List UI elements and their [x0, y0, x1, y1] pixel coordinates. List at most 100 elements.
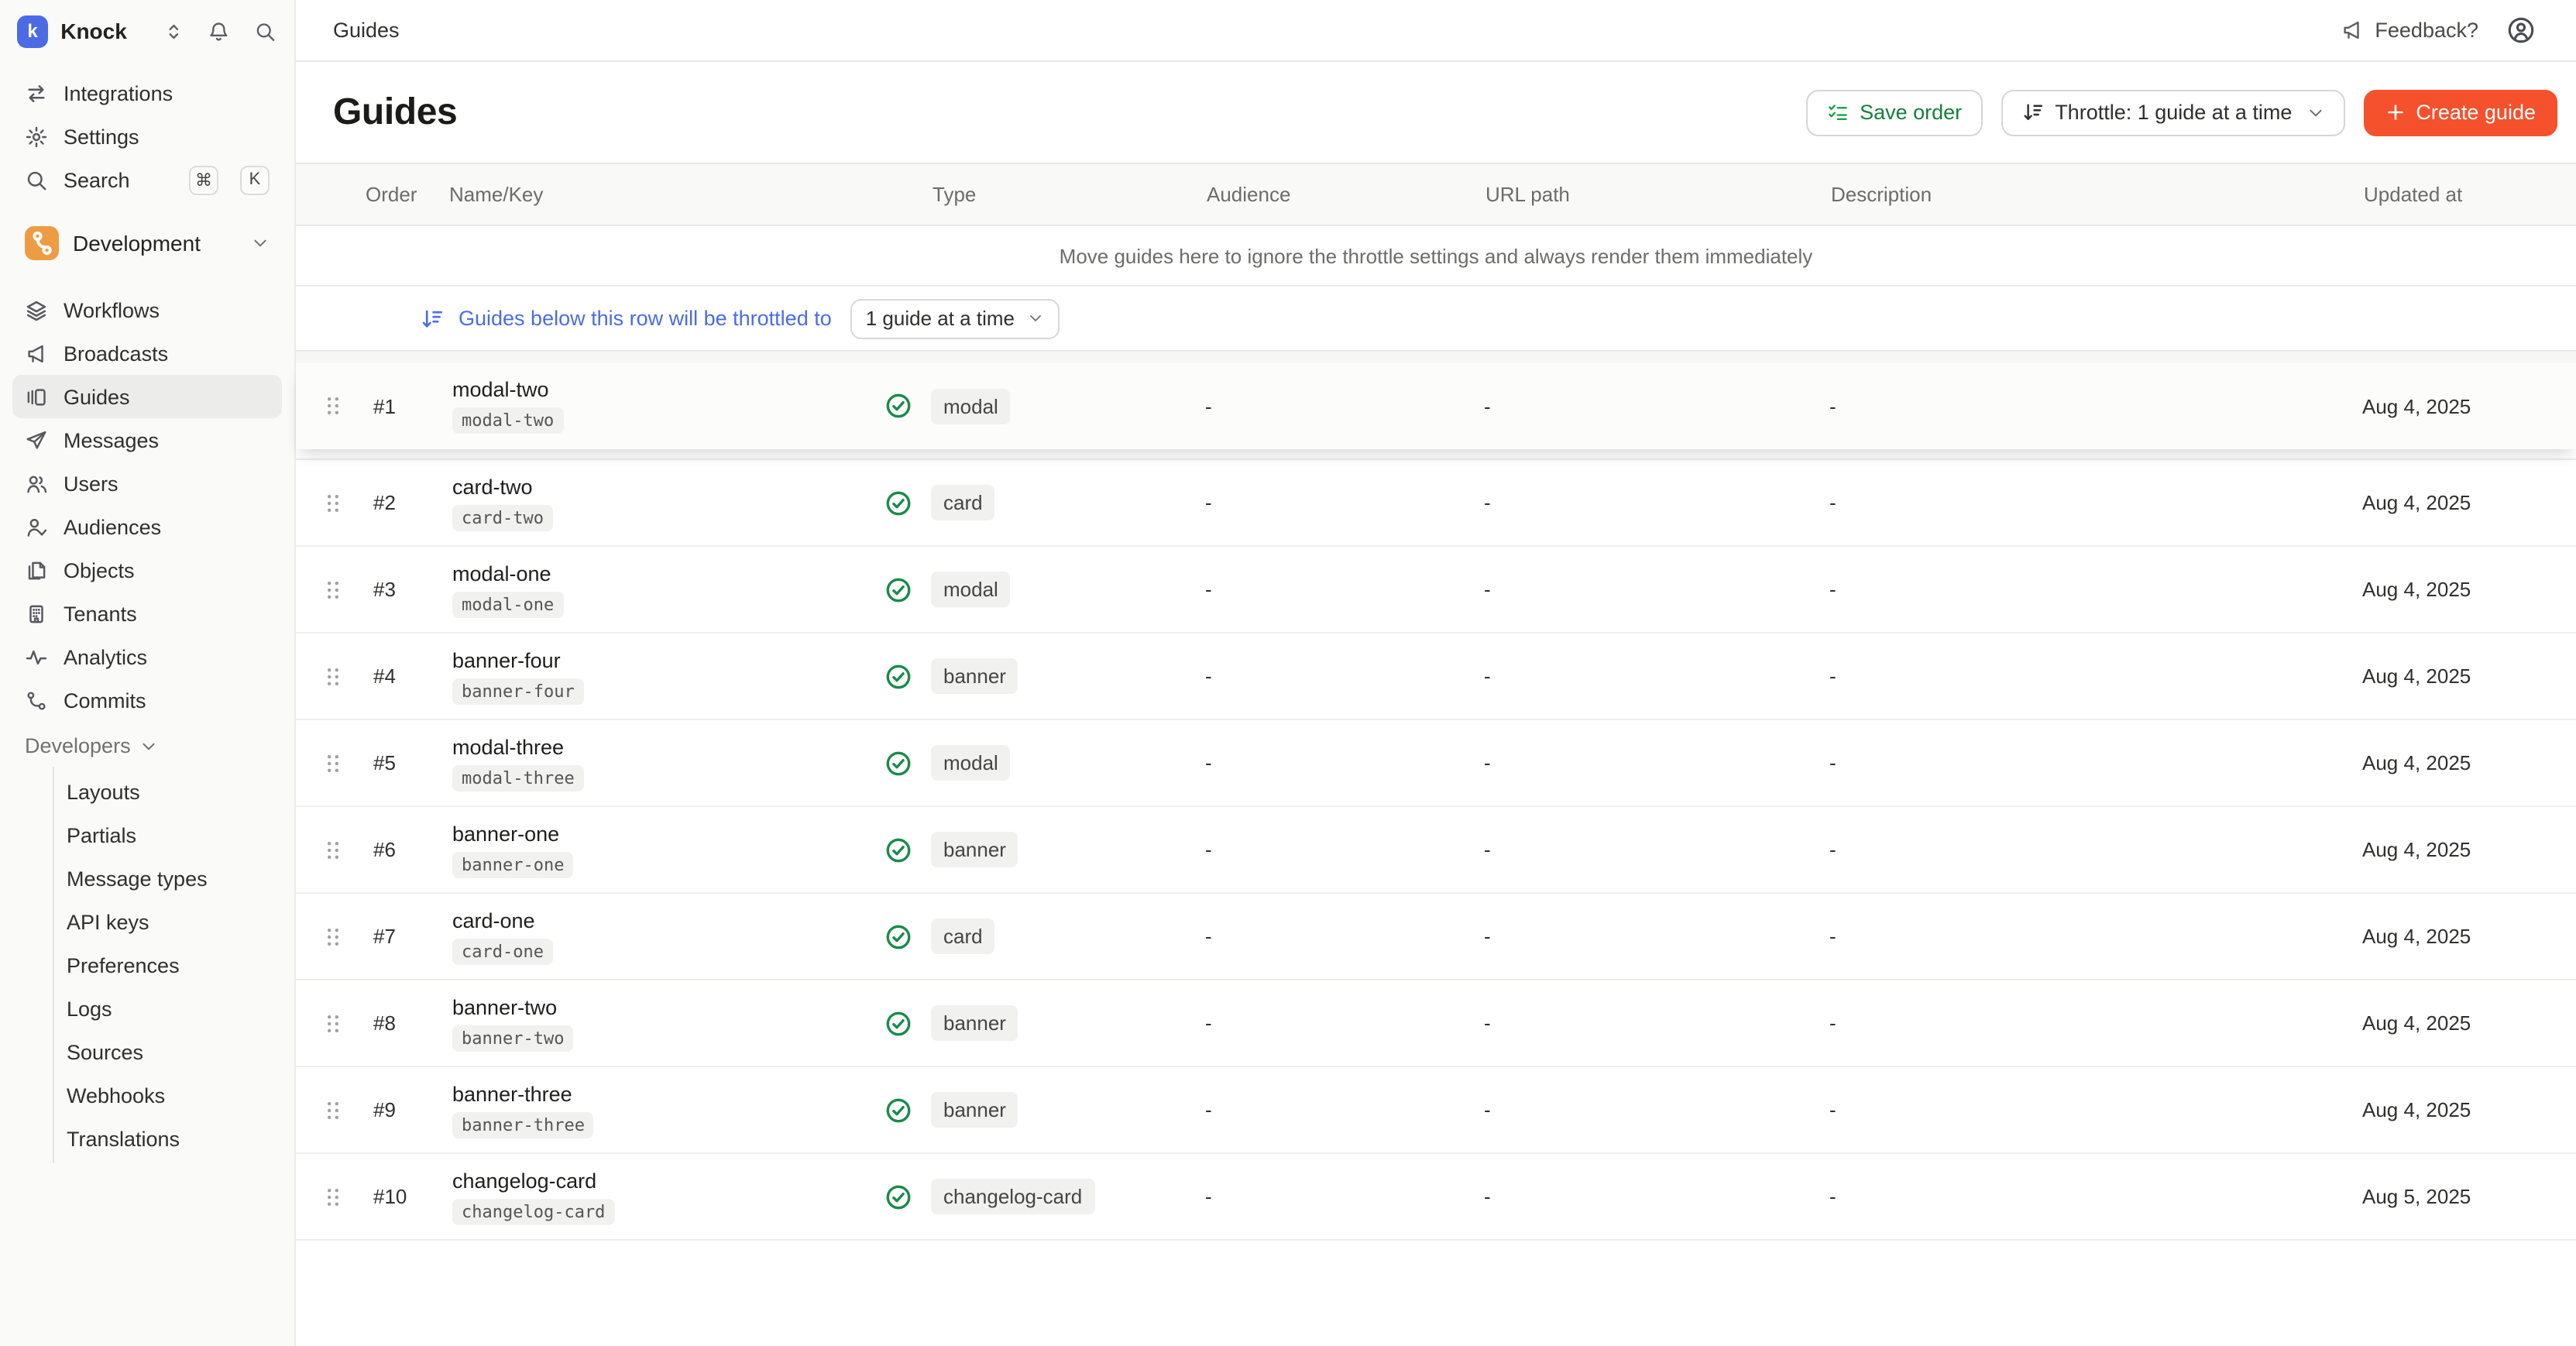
drag-handle-icon[interactable]	[321, 1097, 345, 1122]
url-path-value: -	[1484, 491, 1829, 514]
notifications-bell-icon[interactable]	[208, 19, 231, 43]
checklist-icon	[1826, 101, 1849, 124]
branch-icon	[25, 226, 59, 260]
throttle-divider-select[interactable]: 1 guide at a time	[850, 298, 1060, 338]
guide-name: banner-four	[452, 648, 561, 671]
sidebar-item-analytics[interactable]: Analytics	[12, 635, 282, 678]
feedback-button[interactable]: Feedback?	[2341, 19, 2478, 42]
table-row[interactable]: #7card-onecard-onecard---Aug 4, 2025	[296, 894, 2576, 980]
sidebar-item-guides[interactable]: Guides	[12, 375, 282, 418]
description-value: -	[1829, 394, 2362, 417]
guide-key-chip: banner-three	[452, 1111, 594, 1138]
table-bottom-space	[296, 1241, 2576, 1346]
sort-descending-icon	[420, 306, 445, 331]
table-row[interactable]: #9banner-threebanner-threebanner---Aug 4…	[296, 1067, 2576, 1154]
environment-name: Development	[73, 231, 237, 256]
environment-badge	[25, 226, 59, 260]
developers-section-toggle[interactable]: Developers	[0, 722, 294, 764]
row-name-key: banner-twobanner-two	[448, 995, 866, 1051]
url-path-value: -	[1484, 664, 1829, 688]
sidebar-item-logs[interactable]: Logs	[54, 987, 294, 1030]
save-order-label: Save order	[1860, 101, 1962, 124]
type-chip: modal	[931, 745, 1011, 781]
table-row[interactable]: #5modal-threemodal-threemodal---Aug 4, 2…	[296, 720, 2576, 807]
table-row[interactable]: #4banner-fourbanner-fourbanner---Aug 4, …	[296, 634, 2576, 720]
drag-handle-icon[interactable]	[321, 1184, 345, 1209]
sidebar-item-layouts[interactable]: Layouts	[54, 770, 294, 813]
guide-name: banner-one	[452, 822, 559, 845]
guide-key-chip: modal-one	[452, 591, 563, 617]
table-row[interactable]: #8banner-twobanner-twobanner---Aug 4, 20…	[296, 980, 2576, 1067]
developers-section-label: Developers	[25, 734, 131, 757]
table-row[interactable]: #2card-twocard-twocard---Aug 4, 2025	[296, 460, 2576, 547]
url-path-value: -	[1484, 925, 1829, 948]
sidebar-item-integrations[interactable]: Integrations	[12, 71, 282, 115]
sidebar-item-messages[interactable]: Messages	[12, 418, 282, 462]
sidebar-item-broadcasts[interactable]: Broadcasts	[12, 331, 282, 375]
workspace-switcher-icon[interactable]	[163, 19, 185, 43]
drag-handle-icon[interactable]	[321, 490, 345, 515]
table-row[interactable]: #3modal-onemodal-onemodal---Aug 4, 2025	[296, 547, 2576, 634]
sidebar-top-list: IntegrationsSettingsSearch⌘K	[0, 62, 294, 201]
sidebar-item-tenants[interactable]: Tenants	[12, 592, 282, 635]
sidebar-item-label: Search	[64, 168, 167, 191]
drag-handle-icon[interactable]	[321, 1011, 345, 1035]
drag-handle-icon[interactable]	[321, 577, 345, 602]
sidebar-item-api-keys[interactable]: API keys	[54, 900, 294, 943]
row-order: #4	[364, 664, 448, 688]
tenants-icon	[25, 602, 48, 625]
workspace-logo: k	[17, 15, 48, 47]
row-name-key: banner-fourbanner-four	[448, 648, 866, 704]
status-active-check-icon	[884, 662, 912, 690]
table-row[interactable]: #10changelog-cardchangelog-cardchangelog…	[296, 1154, 2576, 1241]
user-avatar[interactable]	[2506, 15, 2536, 45]
sidebar-item-workflows[interactable]: Workflows	[12, 288, 282, 331]
workspace-name: Knock	[60, 19, 127, 43]
audience-value: -	[1205, 664, 1484, 688]
type-chip: modal	[931, 572, 1011, 607]
sidebar-item-sources[interactable]: Sources	[54, 1030, 294, 1073]
sidebar-item-users[interactable]: Users	[12, 462, 282, 505]
sidebar-item-audiences[interactable]: Audiences	[12, 505, 282, 548]
guide-key-chip: card-one	[452, 938, 553, 964]
throttle-dropdown-button[interactable]: Throttle: 1 guide at a time	[2001, 89, 2344, 136]
row-name-key: card-onecard-one	[448, 908, 866, 964]
commits-icon	[25, 688, 48, 712]
updated-at-value: Aug 4, 2025	[2362, 1011, 2557, 1035]
sidebar-item-message-types[interactable]: Message types	[54, 857, 294, 900]
table-row[interactable]: #6banner-onebanner-onebanner---Aug 4, 20…	[296, 807, 2576, 894]
save-order-button[interactable]: Save order	[1805, 89, 1982, 136]
chevron-down-icon	[140, 737, 159, 755]
create-guide-button[interactable]: Create guide	[2363, 89, 2557, 136]
drag-handle-icon[interactable]	[321, 393, 345, 418]
description-value: -	[1829, 751, 2362, 774]
sidebar-item-settings[interactable]: Settings	[12, 115, 282, 158]
environment-switcher[interactable]: Development	[12, 220, 282, 266]
sidebar-item-webhooks[interactable]: Webhooks	[54, 1073, 294, 1117]
row-order: #7	[364, 925, 448, 948]
drag-handle-icon[interactable]	[321, 837, 345, 862]
drag-handle-icon[interactable]	[321, 924, 345, 949]
drag-handle-icon[interactable]	[321, 750, 345, 775]
status-active-check-icon	[884, 575, 912, 603]
sidebar-item-label: Tenants	[64, 602, 270, 625]
sidebar-item-objects[interactable]: Objects	[12, 548, 282, 592]
quick-search-icon[interactable]	[253, 19, 276, 43]
sidebar-item-label: Commits	[64, 688, 270, 712]
column-header-audience: Audience	[1205, 183, 1484, 206]
sidebar-item-translations[interactable]: Translations	[54, 1117, 294, 1160]
broadcasts-icon	[25, 342, 48, 365]
throttle-button-label: Throttle: 1 guide at a time	[2055, 101, 2292, 124]
sidebar-item-commits[interactable]: Commits	[12, 678, 282, 722]
page-header: Guides Save order Throttle: 1 guide at a…	[296, 62, 2576, 163]
sidebar-item-search[interactable]: Search⌘K	[12, 158, 282, 201]
sidebar-item-preferences[interactable]: Preferences	[54, 943, 294, 987]
row-order: #2	[364, 491, 448, 514]
drag-handle-icon[interactable]	[321, 664, 345, 688]
row-order: #5	[364, 751, 448, 774]
row-name-key: card-twocard-two	[448, 475, 866, 531]
updated-at-value: Aug 4, 2025	[2362, 394, 2557, 417]
type-chip: card	[931, 485, 995, 520]
table-row[interactable]: #1modal-twomodal-twomodal---Aug 4, 2025	[296, 362, 2576, 449]
sidebar-item-partials[interactable]: Partials	[54, 813, 294, 857]
